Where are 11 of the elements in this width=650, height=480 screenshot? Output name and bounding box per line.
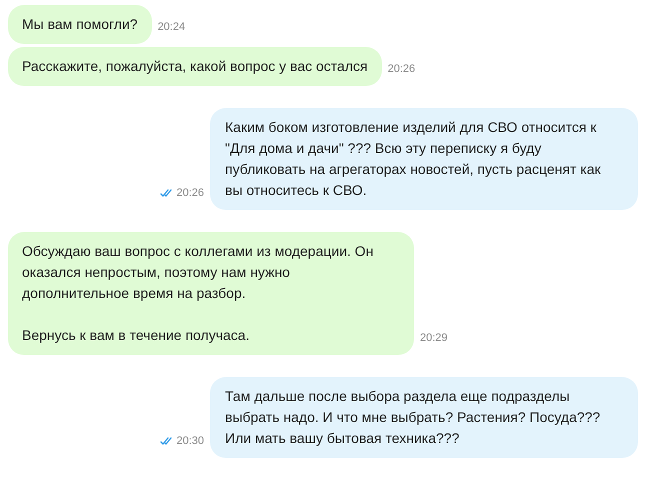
message-text: Вернусь к вам в течение получаса. (22, 326, 250, 345)
message-text: Расскажите, пожалуйста, какой вопрос у вас остался (22, 57, 368, 76)
message-text: Там дальше после выбора раздела еще подразделы выбрать надо. И что мне выбрать? Растения? Посуда??? Или мать вашу бытовая техника??? (225, 387, 602, 448)
message-text: Каким боком изготовление изделий для СВО относится к "Для дома и дачи" ??? Всю эту переписку я буду публиковать на агрегаторах новостей, пусть расценят как вы относитесь к СВО. (225, 118, 602, 200)
message-time: 20:24 (158, 20, 186, 34)
message-time: 20:29 (420, 330, 448, 346)
message-text: Мы вам помогли? (22, 15, 138, 34)
message-time: 20:26 (388, 62, 416, 76)
message-text: Обсуждаю ваш вопрос с коллегами из модерации. Он оказался непростым, поэтому нам нужно дополнительное время на разбор. (22, 242, 374, 303)
message-time: 20:26 (176, 186, 204, 200)
message-time: 20:30 (176, 434, 204, 448)
